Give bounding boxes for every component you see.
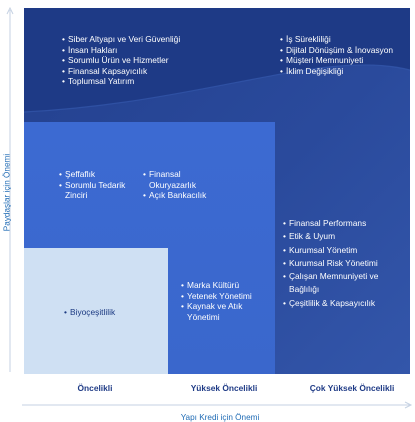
column-label-cok-yuksek: Çok Yüksek Öncelikli [309, 383, 395, 393]
column-label-oncelikli: Öncelikli [77, 383, 113, 393]
axes [6, 6, 413, 409]
y-axis-title: Paydaşlar için Önemi [2, 153, 12, 232]
column-label-yuksek: Yüksek Öncelikli [190, 383, 258, 393]
x-axis-title: Yapı Kredi için Önemi [180, 413, 260, 422]
